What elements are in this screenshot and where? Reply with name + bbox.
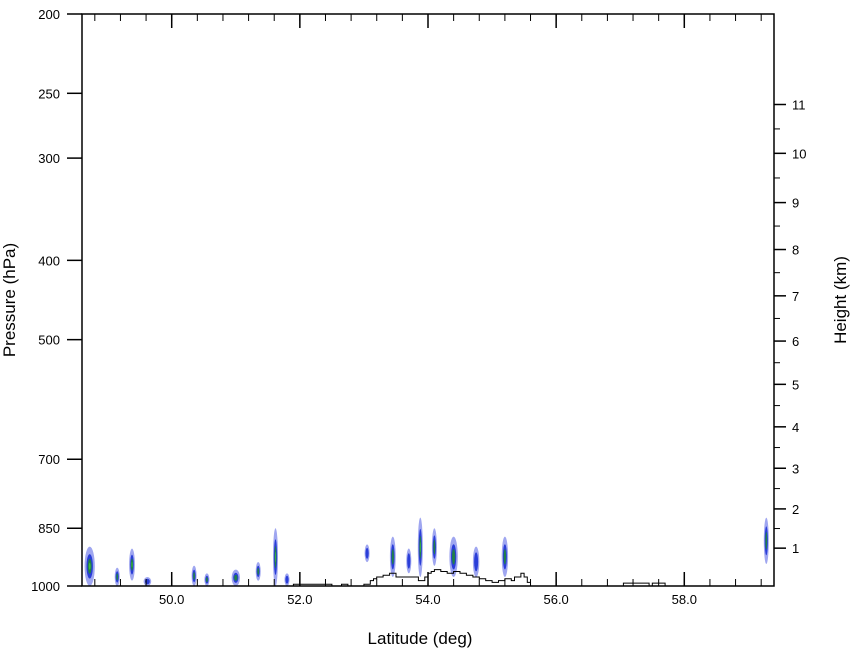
height-tick-label: 11 [792, 98, 806, 113]
pressure-tick-label: 300 [38, 151, 60, 166]
height-tick-label: 3 [792, 461, 799, 476]
tick-labels: 50.0 52.0 54.0 56.0 58.020025030040050070085… [31, 7, 806, 607]
terrain-line [290, 569, 531, 587]
precip-cell-0-level-3 [88, 562, 91, 570]
height-tick-label: 8 [792, 243, 799, 258]
y-axis-right-title: Height (km) [831, 256, 850, 344]
height-tick-label: 6 [792, 334, 799, 349]
precip-cell-6-level-2 [234, 574, 238, 581]
x-axis-title: Latitude (deg) [368, 629, 473, 648]
precip-cell-15-level-2 [452, 549, 456, 565]
precip-cell-18-level-2 [765, 532, 768, 550]
pressure-tick-label: 200 [38, 7, 60, 22]
height-tick-label: 7 [792, 289, 799, 304]
precip-cell-2-level-3 [131, 561, 133, 568]
precipitation-cells [84, 517, 769, 587]
plot-frame [81, 13, 775, 587]
axis-ticks [67, 13, 786, 587]
height-tick-label: 2 [792, 502, 799, 517]
precip-cell-4-level-2 [193, 572, 196, 580]
precip-cell-1-level-2 [116, 573, 119, 581]
x-tick-label: 52.0 [287, 592, 312, 607]
precip-cell-17-level-2 [503, 549, 507, 565]
pressure-tick-label: 500 [38, 333, 60, 348]
pressure-tick-label: 1000 [31, 579, 60, 594]
height-tick-label: 5 [792, 377, 799, 392]
precip-cell-10-level-1 [365, 547, 369, 559]
precip-cell-14-level-2 [433, 539, 436, 555]
precip-cell-13-level-3 [419, 542, 421, 553]
height-tick-label: 9 [792, 196, 799, 211]
height-tick-label: 10 [792, 146, 806, 161]
height-tick-label: 4 [792, 420, 799, 435]
x-tick-label: 54.0 [415, 592, 440, 607]
precip-cell-9-level-1 [285, 575, 289, 584]
precip-cell-16-level-1 [474, 552, 479, 572]
precip-cell-7-level-2 [257, 567, 260, 575]
precip-cell-5-level-2 [206, 577, 208, 583]
cross-section-chart: 50.0 52.0 54.0 56.0 58.020025030040050070085… [0, 7, 850, 648]
height-tick-label: 1 [792, 541, 799, 556]
y-axis-left-title: Pressure (hPa) [0, 243, 19, 357]
pressure-tick-label: 700 [38, 452, 60, 467]
precip-cell-8-level-3 [275, 551, 276, 563]
pressure-tick-label: 400 [38, 253, 60, 268]
x-tick-label: 58.0 [672, 592, 697, 607]
x-tick-label: 50.0 [159, 592, 184, 607]
precip-cell-12-level-1 [407, 553, 411, 569]
pressure-tick-label: 250 [38, 86, 60, 101]
precip-cell-11-level-2 [391, 549, 394, 565]
x-tick-label: 56.0 [543, 592, 568, 607]
pressure-tick-label: 850 [38, 521, 60, 536]
